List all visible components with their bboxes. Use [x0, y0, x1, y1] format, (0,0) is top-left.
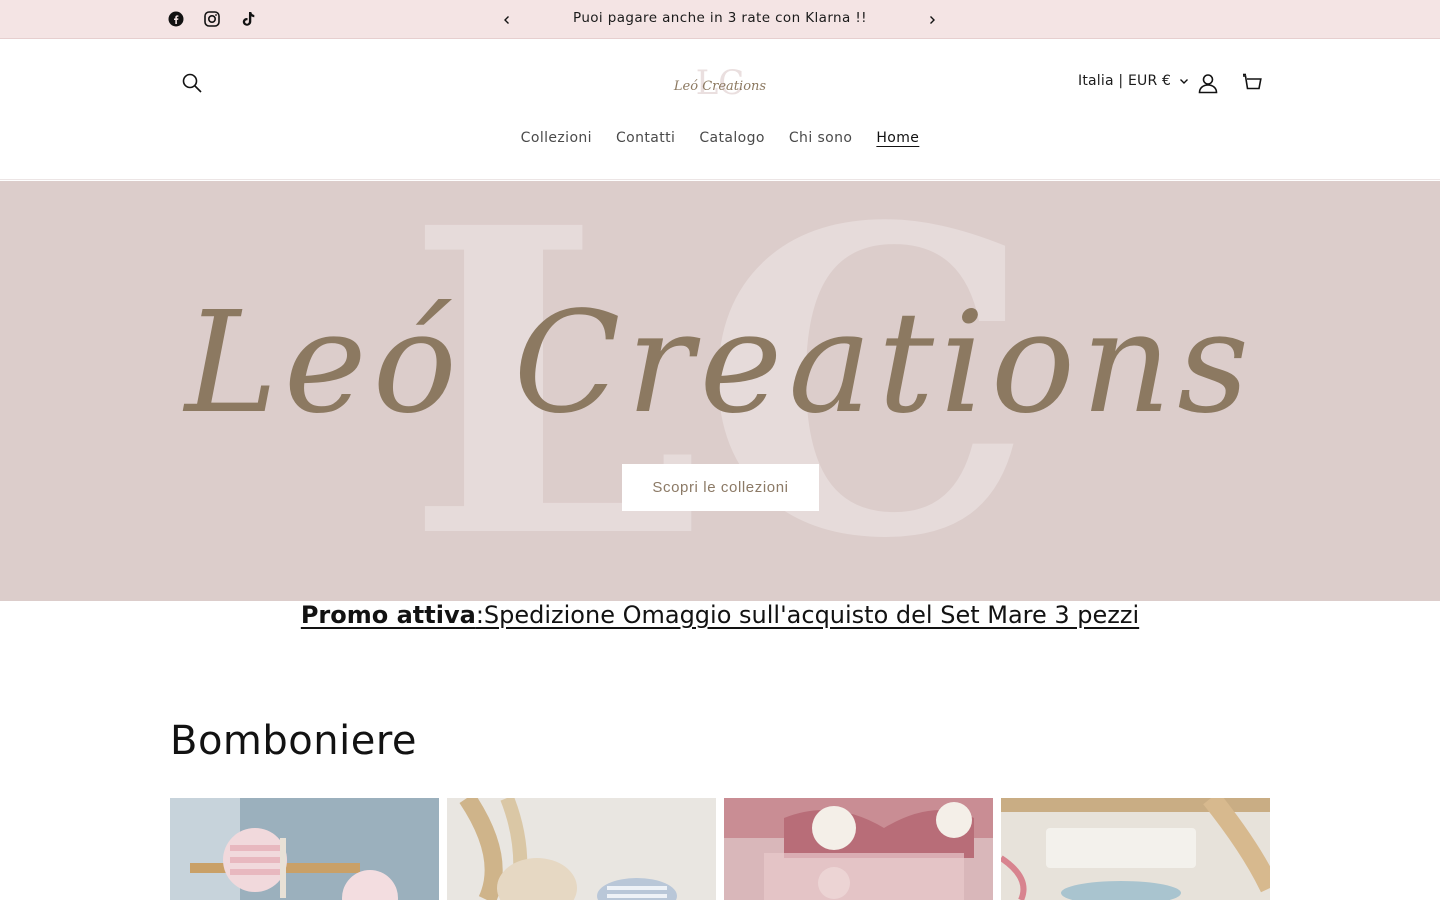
nav-item-chi-sono[interactable]: Chi sono	[789, 130, 853, 146]
locale-label: Italia | EUR €	[1078, 73, 1172, 89]
promo-text: :Spedizione Omaggio sull'acquisto del Se…	[475, 601, 1140, 629]
discover-collections-button[interactable]: Scopri le collezioni	[622, 464, 819, 511]
nav-item-contatti[interactable]: Contatti	[616, 130, 675, 146]
announcement-message: Puoi pagare anche in 3 rate con Klarna !…	[573, 10, 867, 26]
chevron-left-icon[interactable]	[497, 10, 517, 30]
nav-item-collezioni[interactable]: Collezioni	[521, 130, 592, 146]
nav-item-catalogo[interactable]: Catalogo	[699, 130, 765, 146]
bomboniera-card-4[interactable]	[1001, 798, 1270, 900]
announcement-bar: Puoi pagare anche in 3 rate con Klarna !…	[0, 0, 1440, 39]
instagram-icon[interactable]	[202, 9, 222, 29]
nav-item-home[interactable]: Home	[876, 130, 919, 146]
hero-script-logo: Leó Creations	[182, 282, 1255, 445]
product-grid	[170, 798, 1270, 900]
chevron-down-icon	[1180, 79, 1189, 84]
cart-icon[interactable]	[1238, 69, 1266, 97]
site-header: LC Leó Creations Italia | EUR € Collezio…	[0, 40, 1440, 180]
tiktok-icon[interactable]	[238, 9, 258, 29]
social-links	[166, 9, 258, 29]
site-logo[interactable]: LC Leó Creations	[670, 62, 770, 106]
search-icon[interactable]	[178, 69, 206, 97]
bomboniera-card-3[interactable]	[724, 798, 993, 900]
bomboniera-card-1[interactable]	[170, 798, 439, 900]
facebook-icon[interactable]	[166, 9, 186, 29]
promo-label: Promo attiva	[300, 601, 476, 629]
svg-text:Leó Creations: Leó Creations	[673, 79, 766, 94]
main-nav: Collezioni Contatti Catalogo Chi sono Ho…	[0, 130, 1440, 146]
account-icon[interactable]	[1194, 69, 1222, 97]
hero-banner: LC Leó Creations Scopri le collezioni	[0, 181, 1440, 601]
chevron-right-icon[interactable]	[922, 10, 942, 30]
promo-banner: Promo attiva:Spedizione Omaggio sull'acq…	[0, 601, 1440, 629]
section-title: Bomboniere	[170, 718, 417, 764]
promo-link[interactable]: Promo attiva:Spedizione Omaggio sull'acq…	[301, 601, 1139, 629]
locale-selector[interactable]: Italia | EUR €	[1078, 73, 1189, 89]
bomboniera-card-2[interactable]	[447, 798, 716, 900]
hero-logo-artwork: LC Leó Creations	[182, 181, 1255, 601]
